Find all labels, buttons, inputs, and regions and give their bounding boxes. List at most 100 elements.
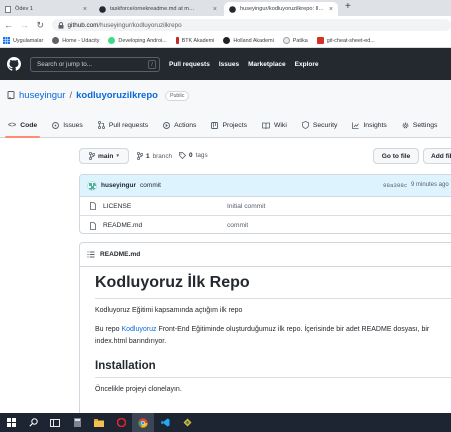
tab-label: Actions — [174, 121, 197, 129]
readme-paragraph: Kodluyoruz Eğitimi kapsamında açtığım il… — [95, 307, 243, 314]
calculator-icon[interactable] — [66, 413, 88, 432]
browser-tab-taskforce[interactable]: taskforce/ornekreadme.md at m… × — [94, 2, 222, 16]
search-placeholder: Search or jump to... — [37, 60, 92, 68]
readme-title: Kodluyoruz İlk Repo — [95, 274, 250, 291]
new-tab-button[interactable]: + — [345, 1, 351, 12]
tab-security[interactable]: Security — [301, 112, 337, 138]
paragraph-text: Front-End Eğitiminde oluşturduğumuz ilk … — [156, 326, 430, 333]
tab-settings[interactable]: Settings — [402, 112, 437, 138]
back-arrow-icon[interactable]: ← — [4, 20, 13, 30]
go-to-file-button[interactable]: Go to file — [373, 148, 419, 164]
readme-paragraph: index.html barındırıyor. — [95, 338, 167, 345]
close-tab-icon[interactable]: × — [329, 6, 333, 13]
book-icon — [262, 122, 270, 129]
close-tab-icon[interactable]: × — [83, 6, 87, 13]
branch-select-button[interactable]: main ▾ — [79, 148, 129, 164]
commit-message-link[interactable]: commit — [140, 182, 161, 189]
tab-projects[interactable]: Projects — [211, 112, 247, 138]
tag-count: 0 — [189, 152, 193, 159]
branch-count: 1 — [146, 152, 150, 160]
bookmark-patika[interactable]: Patika — [282, 37, 308, 44]
tab-pull-requests[interactable]: Pull requests — [97, 112, 148, 138]
repo-name-link[interactable]: kodluyoruzilkrepo — [76, 90, 158, 101]
tag-icon — [179, 152, 186, 159]
tab-insights[interactable]: Insights — [352, 112, 387, 138]
commit-author-link[interactable]: huseyingur — [101, 182, 136, 189]
search-icon[interactable] — [22, 413, 44, 432]
add-file-button[interactable]: Add fil — [423, 148, 451, 164]
tab-wiki[interactable]: Wiki — [262, 112, 287, 138]
commit-time: 9 minutes ago — [411, 182, 449, 188]
list-icon[interactable] — [87, 251, 95, 258]
bookmark-git-cheat[interactable]: git-cheat-sheet-ed... — [316, 37, 375, 44]
nav-pull-requests[interactable]: Pull requests — [169, 61, 210, 68]
nav-issues[interactable]: Issues — [219, 61, 239, 68]
branches-link[interactable]: 1 branch — [137, 152, 172, 160]
task-view-icon[interactable] — [44, 413, 66, 432]
readme-paragraph: Bu repo Kodluyoruz Front-End Eğitiminde … — [95, 326, 429, 333]
bookmark-udacity[interactable]: Home - Udacity — [52, 37, 99, 44]
doc-favicon-icon — [5, 5, 11, 13]
opera-icon[interactable] — [110, 413, 132, 432]
chrome-icon[interactable] — [132, 413, 154, 432]
tab-label: Issues — [63, 121, 83, 129]
github-favicon-icon — [99, 5, 106, 13]
bookmark-holland[interactable]: Holland Akademi — [223, 37, 274, 44]
bookmark-apps[interactable]: Uygulamalar — [3, 37, 43, 44]
app-icon[interactable] — [176, 413, 198, 432]
visibility-badge: Public — [164, 90, 190, 101]
windows-start-icon[interactable] — [0, 413, 22, 432]
browser-tab-title: Ödev 1 — [15, 6, 34, 12]
list-item[interactable]: README.md commit — [80, 216, 451, 233]
paragraph-text: Bu repo — [95, 326, 122, 333]
reload-icon[interactable]: ↻ — [36, 20, 45, 31]
code-icon: <> — [8, 121, 17, 129]
file-name-link[interactable]: README.md — [103, 222, 227, 229]
bookmark-label: git-cheat-sheet-ed... — [326, 37, 375, 44]
forward-arrow-icon[interactable]: → — [20, 20, 29, 30]
bookmark-btk[interactable]: BTK Akademi — [175, 37, 214, 44]
close-tab-icon[interactable]: × — [213, 6, 217, 13]
address-bar[interactable]: github.com/huseyingur/kodluyoruzilkrepo — [51, 19, 451, 31]
tab-label: Projects — [222, 121, 247, 129]
heading-divider — [95, 298, 451, 299]
file-explorer-icon[interactable] — [88, 413, 110, 432]
repo-owner-link[interactable]: huseyingur — [19, 90, 65, 101]
tab-label: Insights — [363, 121, 387, 129]
android-icon — [108, 37, 116, 44]
file-commit-message[interactable]: Initial commit — [227, 203, 265, 210]
avatar[interactable] — [87, 180, 97, 191]
tab-issues[interactable]: Issues — [52, 112, 83, 138]
browser-tab-odev[interactable]: Ödev 1 × — [0, 2, 92, 16]
list-item[interactable]: LICENSE Initial commit — [80, 197, 451, 216]
pdf-icon — [316, 37, 324, 44]
projects-icon — [211, 121, 219, 129]
nav-marketplace[interactable]: Marketplace — [248, 61, 286, 68]
tab-actions[interactable]: Actions — [163, 112, 196, 138]
tab-label: Code — [20, 121, 38, 129]
tab-code[interactable]: <> Code — [4, 112, 41, 138]
bookmark-label: Patika — [292, 37, 308, 44]
github-favicon-icon — [229, 5, 236, 13]
file-list: huseyingur commit 98a398c 9 minutes ago … — [79, 174, 451, 234]
vscode-icon[interactable] — [154, 413, 176, 432]
readme-subheading: Installation — [95, 360, 156, 372]
file-commit-message[interactable]: commit — [227, 222, 248, 229]
graph-icon — [352, 122, 360, 129]
commit-sha-link[interactable]: 98a398c — [383, 182, 407, 189]
bookmark-android[interactable]: Developing Androi... — [108, 37, 167, 44]
search-input[interactable]: Search or jump to... / — [30, 56, 160, 72]
nav-explore[interactable]: Explore — [295, 61, 319, 68]
browser-tab-active[interactable]: huseyingur/kodluyoruzilkrepo: İl… × — [224, 2, 338, 16]
readme-paragraph: Öncelikle projeyi clonelayın. — [95, 386, 182, 393]
kodluyoruz-link[interactable]: Kodluyoruz — [121, 326, 156, 333]
gear-icon — [402, 122, 409, 129]
actions-icon — [163, 121, 171, 129]
branch-icon — [89, 152, 96, 160]
repo-header: huseyingur / kodluyoruzilkrepo Public <>… — [0, 80, 451, 138]
slash-key-hint: / — [148, 59, 156, 69]
github-logo-icon[interactable] — [7, 57, 21, 71]
bookmarks-bar: Uygulamalar Home - Udacity Developing An… — [0, 34, 451, 48]
file-name-link[interactable]: LICENSE — [103, 203, 227, 210]
tags-link[interactable]: 0 tags — [179, 152, 208, 159]
